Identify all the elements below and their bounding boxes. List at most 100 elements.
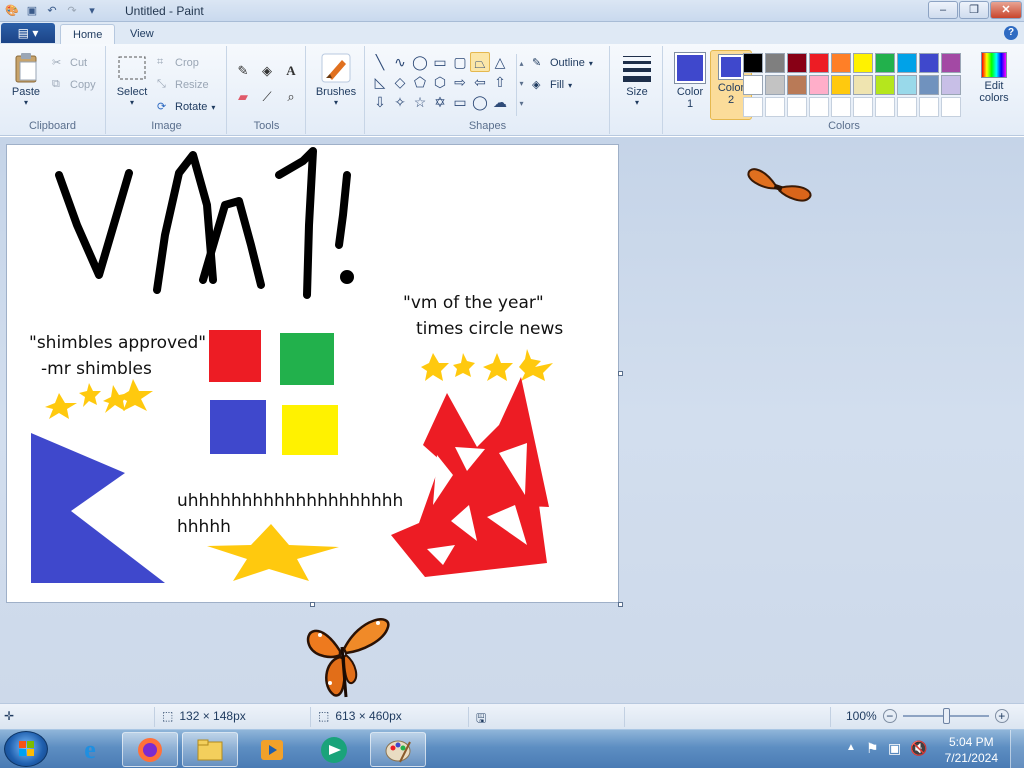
drawing-canvas[interactable]: "shimbles approved" -mr shimbles "vm of …: [6, 144, 619, 603]
rect-callout-shape-icon[interactable]: ▭: [450, 92, 470, 112]
right-triangle-shape-icon[interactable]: ◺: [370, 72, 390, 92]
minimize-button[interactable]: –: [928, 1, 958, 19]
firefox-taskbar-icon[interactable]: [122, 732, 178, 767]
diamond-shape-icon[interactable]: ◇: [390, 72, 410, 92]
palette-swatch[interactable]: [743, 97, 763, 117]
cut-button[interactable]: ✂ Cut: [52, 54, 87, 72]
tab-home[interactable]: Home: [60, 24, 116, 44]
up-arrow-shape-icon[interactable]: ⇧: [490, 72, 510, 92]
palette-swatch[interactable]: [809, 53, 829, 73]
palette-swatch[interactable]: [743, 75, 763, 95]
show-hidden-icons-icon[interactable]: ▲: [846, 742, 856, 753]
five-point-star-shape-icon[interactable]: ☆: [410, 92, 430, 112]
palette-swatch[interactable]: [787, 53, 807, 73]
canvas-resize-handle-bottom[interactable]: [310, 602, 315, 607]
triangle-shape-icon[interactable]: △: [490, 52, 510, 72]
palette-swatch[interactable]: [897, 75, 917, 95]
help-icon[interactable]: ?: [1004, 26, 1018, 40]
show-desktop-button[interactable]: [1010, 730, 1024, 768]
palette-swatch[interactable]: [941, 75, 961, 95]
palette-swatch[interactable]: [809, 75, 829, 95]
palette-swatch[interactable]: [853, 75, 873, 95]
left-arrow-shape-icon[interactable]: ⇦: [470, 72, 490, 92]
fill-bucket-icon[interactable]: ◈: [256, 60, 278, 82]
palette-swatch[interactable]: [831, 97, 851, 117]
pencil-icon[interactable]: ✎: [232, 60, 254, 82]
paint-menu-button[interactable]: ▤ ▾: [1, 23, 55, 43]
redo-icon[interactable]: ↷: [64, 3, 80, 19]
palette-swatch[interactable]: [941, 53, 961, 73]
copy-button[interactable]: ⧉ Copy: [52, 76, 96, 94]
paste-button[interactable]: Paste ▾: [6, 52, 46, 107]
maximize-button[interactable]: ❐: [959, 1, 989, 19]
oval-shape-icon[interactable]: ◯: [410, 52, 430, 72]
palette-swatch[interactable]: [765, 75, 785, 95]
start-button[interactable]: [4, 731, 48, 767]
palette-swatch[interactable]: [875, 53, 895, 73]
clock[interactable]: 5:04 PM 7/21/2024: [945, 734, 998, 766]
rounded-rectangle-shape-icon[interactable]: ▢: [450, 52, 470, 72]
crop-button[interactable]: ⌗ Crop: [157, 54, 199, 72]
palette-swatch[interactable]: [853, 97, 873, 117]
media-center-taskbar-icon[interactable]: [306, 732, 362, 767]
four-point-star-shape-icon[interactable]: ✧: [390, 92, 410, 112]
network-icon[interactable]: ▣: [888, 740, 901, 757]
zoom-slider[interactable]: [902, 708, 989, 724]
polygon-shape-icon[interactable]: ⏢: [470, 52, 490, 72]
six-point-star-shape-icon[interactable]: ✡: [430, 92, 450, 112]
palette-swatch[interactable]: [875, 97, 895, 117]
color-picker-icon[interactable]: ⟋: [256, 86, 278, 108]
color1-button[interactable]: Color 1: [670, 52, 710, 110]
down-arrow-shape-icon[interactable]: ⇩: [370, 92, 390, 112]
shapes-scroll[interactable]: ▴ ▾ ▾: [516, 54, 526, 116]
tab-view[interactable]: View: [118, 24, 166, 44]
media-player-taskbar-icon[interactable]: [244, 732, 300, 767]
paint-taskbar-icon[interactable]: [370, 732, 426, 767]
palette-swatch[interactable]: [787, 97, 807, 117]
edit-colors-button[interactable]: Edit colors: [974, 52, 1014, 104]
undo-icon[interactable]: ↶: [44, 3, 60, 19]
oval-callout-shape-icon[interactable]: ◯: [470, 92, 490, 112]
palette-swatch[interactable]: [875, 75, 895, 95]
palette-swatch[interactable]: [743, 53, 763, 73]
customize-qat-icon[interactable]: ▾: [84, 3, 100, 19]
palette-swatch[interactable]: [831, 75, 851, 95]
line-shape-icon[interactable]: ╲: [370, 52, 390, 72]
paint-app-icon[interactable]: 🎨: [4, 3, 20, 19]
pentagon-shape-icon[interactable]: ⬠: [410, 72, 430, 92]
canvas-resize-handle-corner[interactable]: [618, 602, 623, 607]
close-button[interactable]: ✕: [990, 1, 1022, 19]
palette-swatch[interactable]: [919, 75, 939, 95]
text-tool-icon[interactable]: A: [280, 60, 302, 82]
palette-swatch[interactable]: [897, 97, 917, 117]
palette-swatch[interactable]: [897, 53, 917, 73]
palette-swatch[interactable]: [765, 53, 785, 73]
brushes-button[interactable]: Brushes ▾: [313, 52, 359, 107]
size-button[interactable]: Size ▾: [617, 52, 657, 107]
palette-swatch[interactable]: [765, 97, 785, 117]
file-explorer-taskbar-icon[interactable]: [182, 732, 238, 767]
palette-swatch[interactable]: [919, 53, 939, 73]
palette-swatch[interactable]: [919, 97, 939, 117]
rotate-button[interactable]: ⟳ Rotate ▾: [157, 98, 215, 116]
internet-explorer-taskbar-icon[interactable]: e: [62, 732, 118, 767]
zoom-in-icon[interactable]: +: [994, 709, 1009, 723]
right-arrow-shape-icon[interactable]: ⇨: [450, 72, 470, 92]
palette-swatch[interactable]: [831, 53, 851, 73]
action-center-flag-icon[interactable]: ⚑: [866, 740, 879, 757]
volume-muted-icon[interactable]: 🔇: [910, 740, 927, 757]
resize-button[interactable]: ⤡ Resize: [157, 76, 209, 94]
hexagon-shape-icon[interactable]: ⬡: [430, 72, 450, 92]
zoom-slider-thumb[interactable]: [942, 708, 950, 724]
fill-button[interactable]: ◈ Fill ▾: [532, 76, 572, 94]
palette-swatch[interactable]: [853, 53, 873, 73]
palette-swatch[interactable]: [809, 97, 829, 117]
zoom-out-icon[interactable]: −: [882, 709, 897, 723]
curve-shape-icon[interactable]: ∿: [390, 52, 410, 72]
outline-button[interactable]: ✎ Outline ▾: [532, 54, 593, 72]
magnifier-icon[interactable]: ⌕: [280, 86, 302, 108]
select-button[interactable]: Select ▾: [113, 52, 151, 107]
canvas-resize-handle-right[interactable]: [618, 371, 623, 376]
eraser-icon[interactable]: ▰: [232, 86, 254, 108]
rectangle-shape-icon[interactable]: ▭: [430, 52, 450, 72]
